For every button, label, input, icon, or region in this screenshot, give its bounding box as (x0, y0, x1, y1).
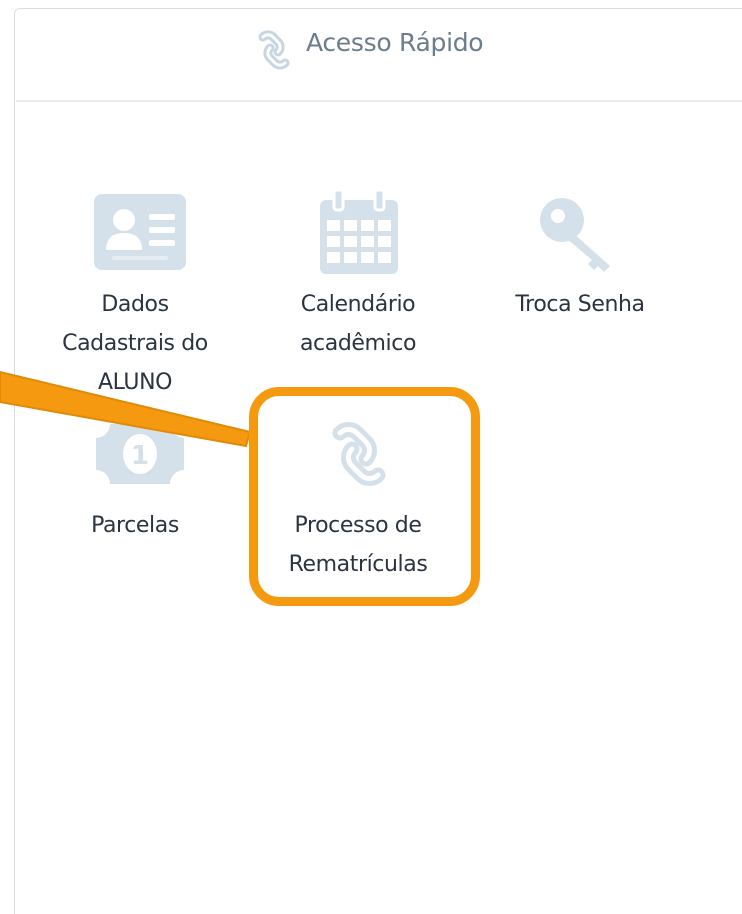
svg-text:1: 1 (131, 441, 149, 471)
tile-label-line: Calendário (300, 292, 416, 317)
tile-label: Dados Cadastrais do ALUNO (40, 285, 230, 402)
link-icon (318, 413, 400, 495)
tile-label-line: Rematrículas (288, 552, 428, 577)
header-divider (16, 100, 742, 102)
tile-label: Parcelas (40, 506, 230, 545)
id-card-icon (94, 194, 186, 270)
tile-label-line: Troca Senha (515, 292, 645, 317)
tile-label-line: Processo de (294, 513, 422, 538)
money-bill-icon: 1 (94, 412, 186, 492)
tile-label-line: acadêmico (299, 331, 417, 356)
link-icon (248, 24, 300, 76)
panel-title: Acesso Rápido (306, 28, 484, 57)
tile-label-line: ALUNO (97, 370, 173, 395)
tile-label: Processo de Rematrículas (263, 506, 453, 584)
tile-parcelas[interactable]: 1 Parcelas (40, 410, 230, 550)
tile-processo-rematriculas[interactable]: Processo de Rematrículas (263, 405, 453, 585)
tile-label: Troca Senha (490, 285, 670, 324)
tile-troca-senha[interactable]: Troca Senha (490, 190, 670, 317)
screenshot-stage: Acesso Rápido Dados Cadastrais do ALUNO (0, 0, 742, 914)
tile-label: Calendário acadêmico (263, 285, 453, 363)
tile-calendario-academico[interactable]: Calendário acadêmico (263, 188, 453, 370)
panel-header: Acesso Rápido (0, 0, 742, 102)
tile-label-line: Dados (101, 292, 169, 317)
calendar-icon (320, 188, 398, 274)
tile-label-line: Cadastrais do (62, 331, 208, 356)
tile-label-line: Parcelas (91, 513, 179, 538)
tile-dados-cadastrais[interactable]: Dados Cadastrais do ALUNO (40, 190, 230, 410)
key-icon (538, 196, 618, 276)
